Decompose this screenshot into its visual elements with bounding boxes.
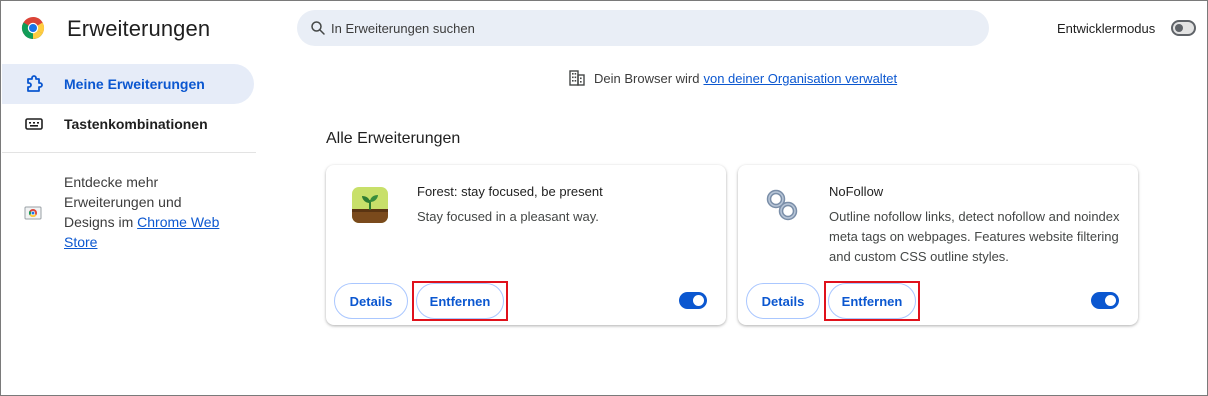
section-title: Alle Erweiterungen: [326, 130, 461, 147]
developer-mode-label: Entwicklermodus: [1057, 21, 1156, 36]
sidebar-item-my-extensions[interactable]: Meine Erweiterungen: [2, 64, 254, 104]
extension-enable-toggle[interactable]: [1091, 292, 1119, 309]
search-icon: [311, 21, 325, 35]
details-button[interactable]: Details: [746, 283, 820, 319]
search-bar[interactable]: [297, 10, 989, 46]
sidebar-item-shortcuts[interactable]: Tastenkombinationen: [2, 104, 254, 144]
search-input[interactable]: [331, 20, 931, 36]
sidebar-item-label: Tastenkombinationen: [64, 116, 208, 132]
extension-enable-toggle[interactable]: [679, 292, 707, 309]
toggle-knob: [1105, 295, 1116, 306]
chrome-logo-icon: [21, 17, 45, 39]
extension-description: Outline nofollow links, detect nofollow …: [829, 209, 1120, 264]
extension-name: NoFollow: [829, 184, 884, 199]
page-title: Erweiterungen: [67, 16, 211, 41]
extension-card-forest: Forest: stay focused, be present Stay fo…: [326, 165, 726, 325]
developer-mode-toggle[interactable]: [1171, 20, 1196, 36]
keyboard-icon: [24, 114, 44, 134]
toggle-knob: [693, 295, 704, 306]
toggle-knob: [1175, 24, 1183, 32]
remove-button[interactable]: Entfernen: [828, 283, 916, 319]
extension-name: Forest: stay focused, be present: [417, 184, 603, 199]
managed-by-organization-link[interactable]: von deiner Organisation verwaltet: [703, 71, 897, 86]
sidebar-divider: [2, 152, 256, 153]
forest-icon: [352, 187, 388, 223]
details-button[interactable]: Details: [334, 283, 408, 319]
extension-description: Stay focused in a pleasant way.: [417, 209, 599, 224]
remove-button[interactable]: Entfernen: [416, 283, 504, 319]
building-icon: [569, 70, 585, 86]
extension-card-nofollow: NoFollow Outline nofollow links, detect …: [738, 165, 1138, 325]
discover-more-text: Entdecke mehr Erweiterungen und Designs …: [64, 172, 234, 252]
managed-notice-text: Dein Browser wird: [594, 70, 700, 86]
sidebar-item-label: Meine Erweiterungen: [64, 76, 205, 92]
managed-notice: Dein Browser wird von deiner Organisatio…: [568, 69, 897, 87]
chrome-web-store-icon: [24, 206, 42, 220]
chain-link-icon: [766, 189, 798, 221]
puzzle-icon: [24, 74, 44, 94]
